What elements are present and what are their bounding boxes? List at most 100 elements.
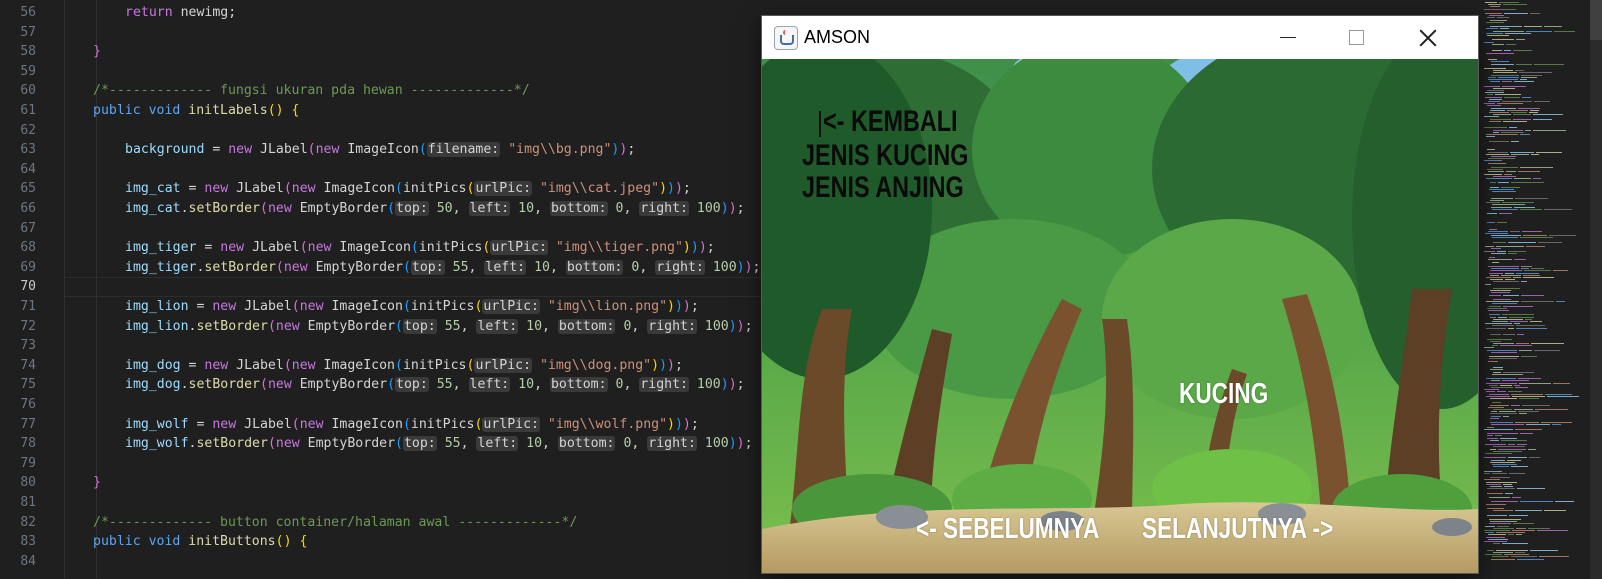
code-token: (: [260, 377, 268, 392]
code-line[interactable]: public void initButtons() {: [93, 532, 307, 552]
code-token: (: [418, 142, 427, 157]
inlay-hint: bottom:: [549, 377, 608, 392]
code-token: 55: [444, 436, 461, 451]
code-line[interactable]: img_tiger = new JLabel(new ImageIcon(ini…: [125, 238, 715, 258]
code-token: (: [267, 319, 276, 334]
code-line[interactable]: img_wolf.setBorder(new EmptyBorder(top: …: [125, 434, 753, 454]
code-token: ImageIcon: [339, 240, 411, 255]
code-token: ): [667, 299, 675, 314]
code-token: JLabel: [260, 142, 308, 157]
code-token: ): [736, 319, 745, 334]
line-number: 60: [20, 83, 36, 98]
code-token: img_tiger: [125, 260, 197, 275]
scrollbar-track[interactable]: [1590, 0, 1602, 579]
previous-button[interactable]: <- SEBELUMNYA: [916, 513, 1099, 546]
code-line[interactable]: background = new JLabel(new ImageIcon(fi…: [125, 140, 635, 160]
code-token: ): [698, 240, 707, 255]
line-number: 69: [20, 260, 36, 275]
code-token: new: [307, 240, 340, 255]
code-line[interactable]: img_lion = new JLabel(new ImageIcon(init…: [125, 297, 699, 317]
code-token: (): [275, 534, 300, 549]
code-token: ): [720, 377, 729, 392]
code-token: new: [315, 142, 348, 157]
code-line[interactable]: public void initLabels() {: [93, 101, 299, 121]
code-token: new: [299, 299, 332, 314]
code-line[interactable]: /*------------- fungsi ukuran pda hewan …: [93, 81, 530, 101]
inlay-hint: urlPic:: [490, 240, 548, 255]
code-token: }: [93, 44, 101, 59]
app-window[interactable]: AMSON <- KEMBALI JENIS KUCING JENIS ANJI…: [762, 16, 1478, 573]
inlay-hint: filename:: [426, 142, 501, 157]
code-token: =: [180, 358, 205, 373]
code-token: JLabel: [252, 240, 300, 255]
code-line[interactable]: img_cat = new JLabel(new ImageIcon(initP…: [125, 179, 691, 199]
code-token: 55: [452, 260, 469, 275]
inlay-hint: top:: [402, 319, 437, 334]
minimize-icon: [1280, 37, 1296, 38]
line-number: 81: [20, 495, 36, 510]
code-line[interactable]: img_cat.setBorder(new EmptyBorder(top: 5…: [125, 199, 745, 219]
code-token: =: [180, 181, 205, 196]
inlay-hint: right:: [639, 377, 689, 392]
code-token: ): [682, 299, 691, 314]
code-token: ): [728, 201, 737, 216]
code-token: new: [275, 319, 308, 334]
cat-types-button[interactable]: JENIS KUCING: [802, 139, 968, 173]
back-button[interactable]: <- KEMBALI: [823, 105, 958, 139]
code-token: }: [93, 475, 101, 490]
minimap[interactable]: [1480, 0, 1602, 579]
code-token: ,: [623, 201, 640, 216]
code-token: ): [682, 417, 691, 432]
code-token: img_wolf: [125, 417, 189, 432]
code-token: (: [283, 181, 292, 196]
code-token: ): [659, 358, 668, 373]
title-bar[interactable]: AMSON: [762, 16, 1478, 59]
code-token: JLabel: [236, 358, 284, 373]
code-token: new: [267, 201, 300, 216]
code-line[interactable]: return newimg;: [125, 3, 236, 23]
next-button[interactable]: SELANJUTNYA ->: [1142, 513, 1333, 546]
code-line[interactable]: }: [93, 42, 101, 62]
window-title: AMSON: [804, 27, 871, 47]
code-line[interactable]: img_lion.setBorder(new EmptyBorder(top: …: [125, 317, 753, 337]
line-number: 70: [20, 279, 36, 294]
dog-types-button[interactable]: JENIS ANJING: [802, 171, 964, 205]
code-token: "img\\tiger.png": [555, 240, 683, 255]
code-token: (: [402, 299, 411, 314]
code-token: "img\\lion.png": [547, 299, 668, 314]
current-line-highlight: [64, 277, 764, 297]
code-line[interactable]: img_wolf = new JLabel(new ImageIcon(init…: [125, 415, 699, 435]
code-line[interactable]: img_tiger.setBorder(new EmptyBorder(top:…: [125, 258, 761, 278]
code-token: (: [299, 240, 308, 255]
code-token: setBorder: [188, 201, 260, 216]
code-token: new: [291, 181, 324, 196]
line-number: 63: [20, 142, 36, 157]
code-token: EmptyBorder: [299, 201, 388, 216]
code-token: new: [212, 299, 245, 314]
code-token: "img\\wolf.png": [547, 417, 668, 432]
code-token: img_cat: [125, 181, 181, 196]
minimize-button[interactable]: [1254, 16, 1322, 59]
maximize-button[interactable]: [1322, 16, 1390, 59]
code-line[interactable]: img_dog.setBorder(new EmptyBorder(top: 5…: [125, 375, 745, 395]
code-line[interactable]: /*------------- button container/halaman…: [93, 513, 577, 533]
code-token: setBorder: [196, 319, 268, 334]
close-button[interactable]: [1394, 16, 1462, 59]
code-token: "img\\cat.jpeg": [539, 181, 660, 196]
code-token: (: [307, 142, 316, 157]
code-line[interactable]: img_dog = new JLabel(new ImageIcon(initP…: [125, 356, 683, 376]
scrollbar-thumb[interactable]: [1590, 0, 1602, 40]
code-line[interactable]: }: [93, 473, 101, 493]
code-token: initPics: [402, 181, 467, 196]
code-token: new: [204, 181, 237, 196]
code-token: ): [674, 299, 683, 314]
